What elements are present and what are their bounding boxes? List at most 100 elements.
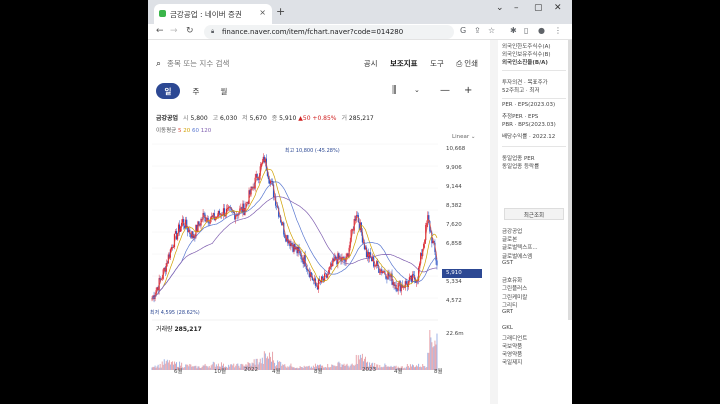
- extensions-icon[interactable]: ✱: [510, 26, 517, 35]
- link-print[interactable]: 인쇄: [464, 59, 478, 68]
- share-icon[interactable]: ⇪: [474, 26, 481, 35]
- url-input[interactable]: 🔒︎ finance.naver.com/item/fchart.naver?c…: [204, 25, 454, 39]
- close-window-button[interactable]: ✕: [554, 3, 562, 13]
- candle-body: [255, 173, 257, 178]
- volume-bar: [418, 363, 420, 370]
- volume-bar: [339, 363, 341, 370]
- back-icon[interactable]: ←: [156, 26, 164, 36]
- chevron-down-icon[interactable]: ⌄: [414, 86, 420, 94]
- close-value: 5,910: [279, 115, 297, 122]
- volume-bar: [323, 367, 325, 370]
- recent-item[interactable]: 금호유화: [502, 276, 522, 284]
- volume-value: 285,217: [348, 115, 374, 122]
- volume-bar: [408, 367, 410, 370]
- page-scrollbar[interactable]: [568, 40, 572, 320]
- profile-avatar-icon[interactable]: ●: [538, 26, 545, 35]
- volume-bar: [308, 365, 310, 370]
- minimize-button[interactable]: –: [514, 3, 519, 13]
- volume-bar: [165, 361, 167, 370]
- recent-views-header[interactable]: 최근조회: [504, 208, 564, 220]
- volume-bar: [326, 367, 328, 370]
- volume-bar: [163, 359, 165, 370]
- volume-bar: [259, 358, 261, 370]
- stock-search[interactable]: ⌕ 종목 또는 지수 검색: [156, 58, 229, 69]
- recent-item[interactable]: 그래디언트: [502, 334, 527, 342]
- open-label: 시: [183, 115, 189, 122]
- volume-bar: [282, 364, 284, 370]
- side-panel-icon[interactable]: ▯: [524, 26, 528, 35]
- recent-item[interactable]: 글로벌텍스프...: [502, 243, 538, 251]
- recent-item[interactable]: 국일제지: [502, 358, 522, 366]
- bookmark-star-icon[interactable]: ☆: [488, 26, 495, 35]
- volume-bar: [258, 362, 260, 370]
- volume-bar: [161, 361, 163, 370]
- candle-body: [412, 274, 415, 276]
- y-tick-label: 10,668: [446, 145, 466, 152]
- zoom-out-icon[interactable]: —: [440, 85, 450, 96]
- ma-5: 5: [178, 128, 182, 134]
- volume-bar: [332, 364, 334, 370]
- candle-body: [386, 278, 388, 280]
- period-week[interactable]: 주: [184, 83, 208, 99]
- volume-bar: [202, 365, 204, 370]
- period-day[interactable]: 일: [156, 83, 180, 99]
- volume-bar: [231, 364, 233, 370]
- volume-bar: [295, 367, 297, 370]
- close-label: 종: [271, 115, 278, 122]
- recent-item[interactable]: 글로벌에스엠: [502, 252, 532, 260]
- volume-bar: [344, 365, 346, 370]
- volume-bar: [168, 360, 170, 370]
- recent-item[interactable]: GRT: [502, 309, 513, 315]
- tab-close-icon[interactable]: ×: [259, 8, 266, 17]
- recent-item[interactable]: 그린케미칼: [502, 293, 527, 301]
- link-tools[interactable]: 도구: [430, 59, 444, 68]
- recent-item[interactable]: GKL: [502, 325, 513, 331]
- moving-average-legend[interactable]: 이동평균 5 20 60 120: [156, 126, 211, 134]
- menu-kebab-icon[interactable]: ⋮: [554, 26, 562, 35]
- volume-bar: [226, 366, 228, 370]
- volume-bar: [430, 337, 432, 370]
- price-chart[interactable]: [148, 140, 490, 375]
- link-indicators[interactable]: 보조지표: [390, 59, 418, 68]
- browser-tab[interactable]: 금강공업 : 네이버 증권 ×: [154, 4, 272, 24]
- low-marker: 최저 4,595 (28.62%): [150, 310, 200, 316]
- recent-item[interactable]: 금강공업: [502, 227, 522, 235]
- x-tick-label: 4월: [394, 369, 403, 375]
- zoom-in-icon[interactable]: +: [464, 85, 472, 96]
- candle-body: [184, 225, 186, 229]
- maximize-button[interactable]: ▢: [534, 3, 543, 13]
- volume-bar: [407, 365, 409, 370]
- candle-body: [198, 221, 200, 225]
- volume-bar: [184, 367, 186, 370]
- recent-item[interactable]: 국보약품: [502, 342, 522, 350]
- candle-type-icon[interactable]: ⫼: [392, 85, 397, 96]
- recent-item[interactable]: 그린플러스: [502, 284, 527, 292]
- y-tick-label: 9,906: [446, 164, 462, 171]
- new-tab-button[interactable]: +: [276, 5, 285, 18]
- divider: [502, 70, 566, 71]
- recent-item[interactable]: 국영약품: [502, 350, 522, 358]
- volume-bar: [331, 364, 333, 370]
- volume-bar: [192, 366, 194, 370]
- period-month[interactable]: 월: [212, 83, 236, 99]
- recent-item[interactable]: 글로본: [502, 235, 517, 243]
- volume-bar: [348, 367, 350, 370]
- print-icon[interactable]: ⎙: [456, 59, 462, 68]
- x-tick-label: 8월: [434, 369, 443, 375]
- volume-bar: [167, 362, 169, 370]
- volume-bar: [211, 364, 213, 370]
- reload-icon[interactable]: ↻: [186, 26, 194, 36]
- google-icon[interactable]: G: [460, 26, 466, 35]
- volume-bar: [203, 365, 205, 370]
- recent-item[interactable]: 그리티: [502, 301, 517, 309]
- link-disclosure[interactable]: 공시: [364, 59, 378, 68]
- volume-bar: [417, 366, 419, 370]
- volume-bar: [383, 366, 385, 370]
- x-tick-label: 8월: [314, 369, 323, 375]
- recent-item[interactable]: GST: [502, 260, 513, 266]
- volume-bar: [232, 365, 234, 370]
- tab-search-icon[interactable]: ⌄: [496, 3, 504, 13]
- forward-icon[interactable]: →: [170, 26, 178, 36]
- candle-body: [396, 290, 398, 292]
- volume-bar: [193, 366, 195, 370]
